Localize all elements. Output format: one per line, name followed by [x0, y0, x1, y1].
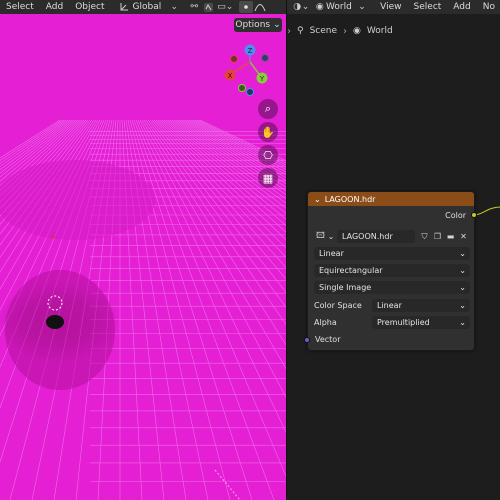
chevron-right-icon: ›: [287, 25, 291, 37]
pivot-point-icon[interactable]: ⚯: [187, 1, 201, 13]
alpha-row: Alpha Premultiplied ⌄: [314, 316, 470, 329]
vector-input-row: Vector: [314, 333, 470, 346]
gizmo-y-label: Y: [259, 75, 265, 83]
fake-user-shield-icon[interactable]: ⛉: [418, 231, 431, 242]
image-texture-node[interactable]: ⌄ LAGOON.hdr Color 🖾 ⌄ LAGOON.hdr ⛉ ❐ ▬ …: [304, 191, 477, 351]
vector-input-socket[interactable]: [304, 337, 310, 343]
breadcrumb-world[interactable]: World: [367, 26, 393, 36]
chevron-down-icon: ⌄: [170, 2, 178, 12]
open-image-folder-icon[interactable]: ▬: [444, 231, 457, 242]
breadcrumb-scene[interactable]: Scene: [310, 26, 337, 36]
zoom-icon[interactable]: ⌕: [258, 99, 278, 119]
menu-add[interactable]: Add: [40, 2, 69, 12]
orientation-icon: [117, 1, 131, 13]
scene-icon: ⚲: [297, 26, 304, 36]
node-header[interactable]: ⌄ LAGOON.hdr: [308, 192, 474, 206]
options-label: Options: [235, 20, 271, 30]
shader-node-editor[interactable]: ◑ ⌄ ◉ World ⌄ View Select Add No › ⚲ Sce…: [286, 0, 500, 500]
chevron-down-icon: ⌄: [459, 301, 466, 310]
projection-dropdown[interactable]: Equirectangular ⌄: [314, 264, 470, 277]
shader-type-dropdown[interactable]: World: [324, 2, 358, 12]
node-editor-header: ◑ ⌄ ◉ World ⌄ View Select Add No: [287, 0, 500, 14]
proportional-edit-button[interactable]: [239, 1, 254, 13]
vector-input-label: Vector: [315, 335, 341, 344]
chevron-down-icon: ⌄: [327, 232, 335, 241]
image-selector-row: 🖾 ⌄ LAGOON.hdr ⛉ ❐ ▬ ✕: [314, 230, 470, 243]
chevron-down-icon: ⌄: [301, 2, 310, 12]
breadcrumb: › ⚲ Scene › ◉ World: [287, 24, 393, 38]
chevron-down-icon: ⌄: [273, 20, 281, 30]
alpha-label: Alpha: [314, 318, 337, 327]
origin-point: [51, 235, 55, 239]
orientation-dropdown[interactable]: Global: [131, 2, 168, 12]
menu-object[interactable]: Object: [69, 2, 110, 12]
3d-viewport[interactable]: Select Add Object Global ⌄ ⚯ ▭⌄ Options …: [0, 0, 286, 500]
gizmo-x-label: X: [228, 72, 233, 80]
perspective-grid-icon[interactable]: ▦: [258, 168, 278, 188]
chevron-down-icon: ⌄: [459, 266, 466, 275]
image-browse-icon[interactable]: 🖾: [314, 231, 327, 242]
menu-select[interactable]: Select: [0, 2, 40, 12]
chevron-down-icon: ⌄: [459, 249, 466, 258]
snap-target-button[interactable]: ▭⌄: [215, 1, 235, 13]
collapse-chevron-icon[interactable]: ⌄: [314, 195, 321, 204]
options-dropdown[interactable]: Options ⌄: [234, 18, 282, 32]
alpha-dropdown[interactable]: Premultiplied ⌄: [372, 316, 470, 329]
close-icon[interactable]: ✕: [457, 231, 470, 242]
menu-select[interactable]: Select: [408, 2, 448, 12]
interpolation-dropdown[interactable]: Linear ⌄: [314, 247, 470, 260]
chevron-down-icon: ⌄: [358, 2, 366, 12]
color-space-row: Color Space Linear ⌄: [314, 299, 470, 312]
color-space-label: Color Space: [314, 301, 362, 310]
editor-type-icon[interactable]: ◑: [293, 1, 301, 13]
camera-view-icon[interactable]: ⎔: [258, 145, 278, 165]
color-output-socket[interactable]: [471, 212, 477, 218]
source-dropdown[interactable]: Single Image ⌄: [314, 281, 470, 294]
menu-view[interactable]: View: [374, 2, 407, 12]
falloff-icon[interactable]: [253, 1, 267, 13]
chevron-down-icon: ⌄: [459, 283, 466, 292]
world-shader-icon: ◉: [315, 2, 324, 12]
chevron-down-icon: ⌄: [459, 318, 466, 327]
color-space-dropdown[interactable]: Linear ⌄: [372, 299, 470, 312]
menu-add[interactable]: Add: [447, 2, 476, 12]
node-title: LAGOON.hdr: [324, 194, 376, 204]
image-name-field[interactable]: LAGOON.hdr: [337, 230, 415, 243]
navigation-gizmo[interactable]: Z Y X: [220, 40, 276, 96]
duplicate-image-icon[interactable]: ❐: [431, 231, 444, 242]
output-color-label: Color: [445, 211, 466, 220]
world-icon: ◉: [353, 26, 361, 36]
viewport-header: Select Add Object Global ⌄ ⚯ ▭⌄: [0, 0, 286, 14]
menu-node[interactable]: No: [477, 2, 500, 12]
snap-icon[interactable]: [201, 1, 215, 13]
chevron-right-icon: ›: [343, 25, 348, 37]
black-hole-object: [46, 315, 64, 329]
node-link-wire: [473, 206, 500, 216]
gizmo-z-label: Z: [248, 47, 253, 55]
pan-hand-icon[interactable]: ✋: [258, 122, 278, 142]
